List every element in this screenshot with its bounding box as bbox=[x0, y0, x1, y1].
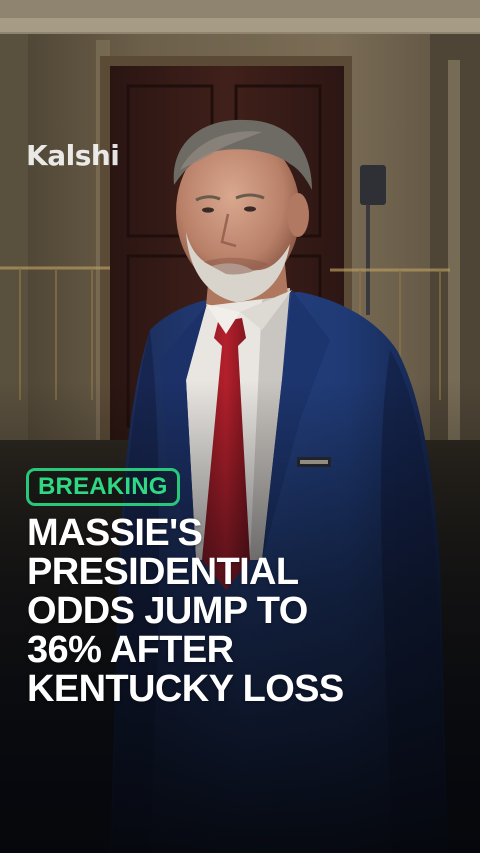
breaking-badge: BREAKING bbox=[26, 468, 180, 506]
headline: MASSIE'S PRESIDENTIAL ODDS JUMP TO 36% A… bbox=[27, 514, 467, 709]
headline-line: 36% AFTER bbox=[27, 629, 234, 671]
headline-line: MASSIE'S bbox=[27, 512, 203, 554]
headline-line: KENTUCKY LOSS bbox=[27, 668, 344, 710]
kalshi-logo: Kalshi bbox=[26, 139, 120, 172]
breaking-badge-label: BREAKING bbox=[38, 473, 168, 500]
headline-line: PRESIDENTIAL bbox=[27, 551, 299, 593]
news-post-card: Kalshi BREAKING MASSIE'S PRESIDENTIAL OD… bbox=[0, 0, 480, 853]
background-photo bbox=[0, 0, 480, 853]
headline-line: ODDS JUMP TO bbox=[27, 590, 308, 632]
